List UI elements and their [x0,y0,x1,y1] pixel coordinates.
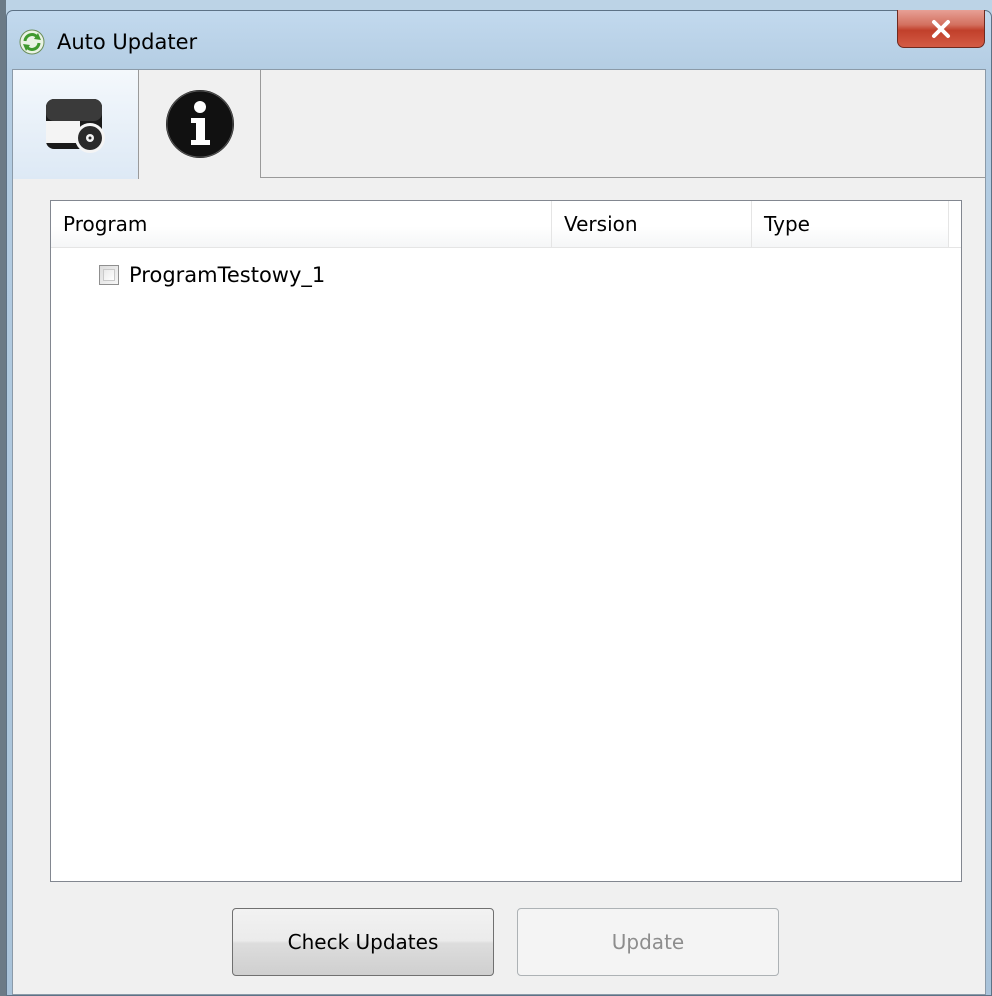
refresh-icon [19,29,45,55]
list-item[interactable]: ProgramTestowy_1 [51,259,961,291]
column-header-type[interactable]: Type [752,201,949,247]
title-bar[interactable]: Auto Updater [7,10,991,69]
program-checkbox[interactable] [99,265,119,285]
close-button[interactable] [897,10,985,48]
window-title: Auto Updater [57,30,198,54]
list-header: Program Version Type [51,201,961,248]
column-header-program[interactable]: Program [51,201,552,247]
tab-programs[interactable] [13,70,139,179]
programs-panel: Program Version Type ProgramTestowy_1 Ch… [13,178,985,994]
close-icon [932,19,950,38]
tab-strip [13,70,985,179]
client-area: Program Version Type ProgramTestowy_1 Ch… [12,69,986,995]
auto-updater-window: Auto Updater Program Version Type Progra… [6,10,992,996]
info-icon [165,90,234,158]
tab-info[interactable] [139,70,261,178]
check-updates-button[interactable]: Check Updates [232,908,494,976]
column-header-version[interactable]: Version [552,201,752,247]
update-button[interactable]: Update [517,908,779,976]
programs-list[interactable]: Program Version Type ProgramTestowy_1 [50,200,962,882]
programs-disc-icon [45,98,105,153]
program-name: ProgramTestowy_1 [129,263,326,287]
